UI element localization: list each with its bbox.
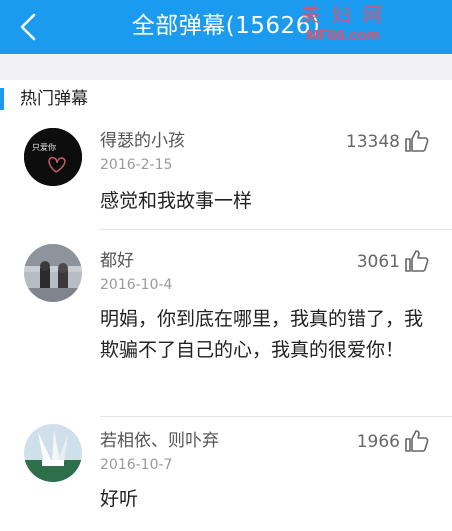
like-button[interactable] <box>404 248 430 274</box>
comment-item: 若相依、则卟弃 2016-10-7 1966 好听 <box>0 424 452 531</box>
avatar-image <box>24 424 82 482</box>
like-count: 13348 <box>345 132 400 152</box>
section-title: 热门弹幕 <box>20 89 88 109</box>
comment-text: 感觉和我故事一样 <box>100 190 253 212</box>
app-header: 全部弹幕(15626) 美 妇 网 MF08.com <box>0 0 452 54</box>
header-spacer <box>0 54 452 80</box>
comment-date: 2016-10-7 <box>100 457 173 473</box>
avatar[interactable]: 只爱你 <box>24 128 82 186</box>
divider <box>100 416 452 417</box>
watermark-url: MF08.com <box>306 27 380 44</box>
comment-item: 只爱你 得瑟的小孩 2016-2-15 13348 感觉和我故事一样 <box>0 124 452 234</box>
comment-item: 都好 2016-10-4 3061 明娟，你到底在哪里，我真的错了，我欺骗不了自… <box>0 244 452 416</box>
thumbs-up-icon <box>405 130 429 152</box>
divider <box>100 229 452 230</box>
avatar[interactable] <box>24 424 82 482</box>
comment-date: 2016-2-15 <box>100 157 173 173</box>
avatar[interactable] <box>24 244 82 302</box>
section-accent-bar <box>0 88 4 110</box>
comment-list[interactable]: 热门弹幕 只爱你 得瑟的小孩 2016-2-15 13348 感觉和我故事一样 <box>0 80 452 531</box>
like-button[interactable] <box>404 428 430 454</box>
like-count: 3061 <box>356 252 400 272</box>
watermark-logo: 美 妇 网 MF08.com <box>288 4 398 44</box>
comment-date: 2016-10-4 <box>100 277 173 293</box>
comment-text: 好听 <box>100 488 139 510</box>
thumbs-up-icon <box>405 430 429 452</box>
avatar-image <box>24 244 82 302</box>
section-header: 热门弹幕 <box>0 88 300 110</box>
comment-username[interactable]: 都好 <box>100 250 134 272</box>
comment-text: 明娟，你到底在哪里，我真的错了，我欺骗不了自己的心，我真的很爱你！ <box>100 308 424 361</box>
like-button[interactable] <box>404 128 430 154</box>
thumbs-up-icon <box>405 250 429 272</box>
watermark-brand: 美 妇 网 <box>300 4 386 26</box>
like-count: 1966 <box>356 432 400 452</box>
avatar-image: 只爱你 <box>24 128 82 186</box>
comment-username[interactable]: 若相依、则卟弃 <box>100 430 219 452</box>
comment-username[interactable]: 得瑟的小孩 <box>100 130 185 152</box>
avatar-caption: 只爱你 <box>32 142 56 152</box>
